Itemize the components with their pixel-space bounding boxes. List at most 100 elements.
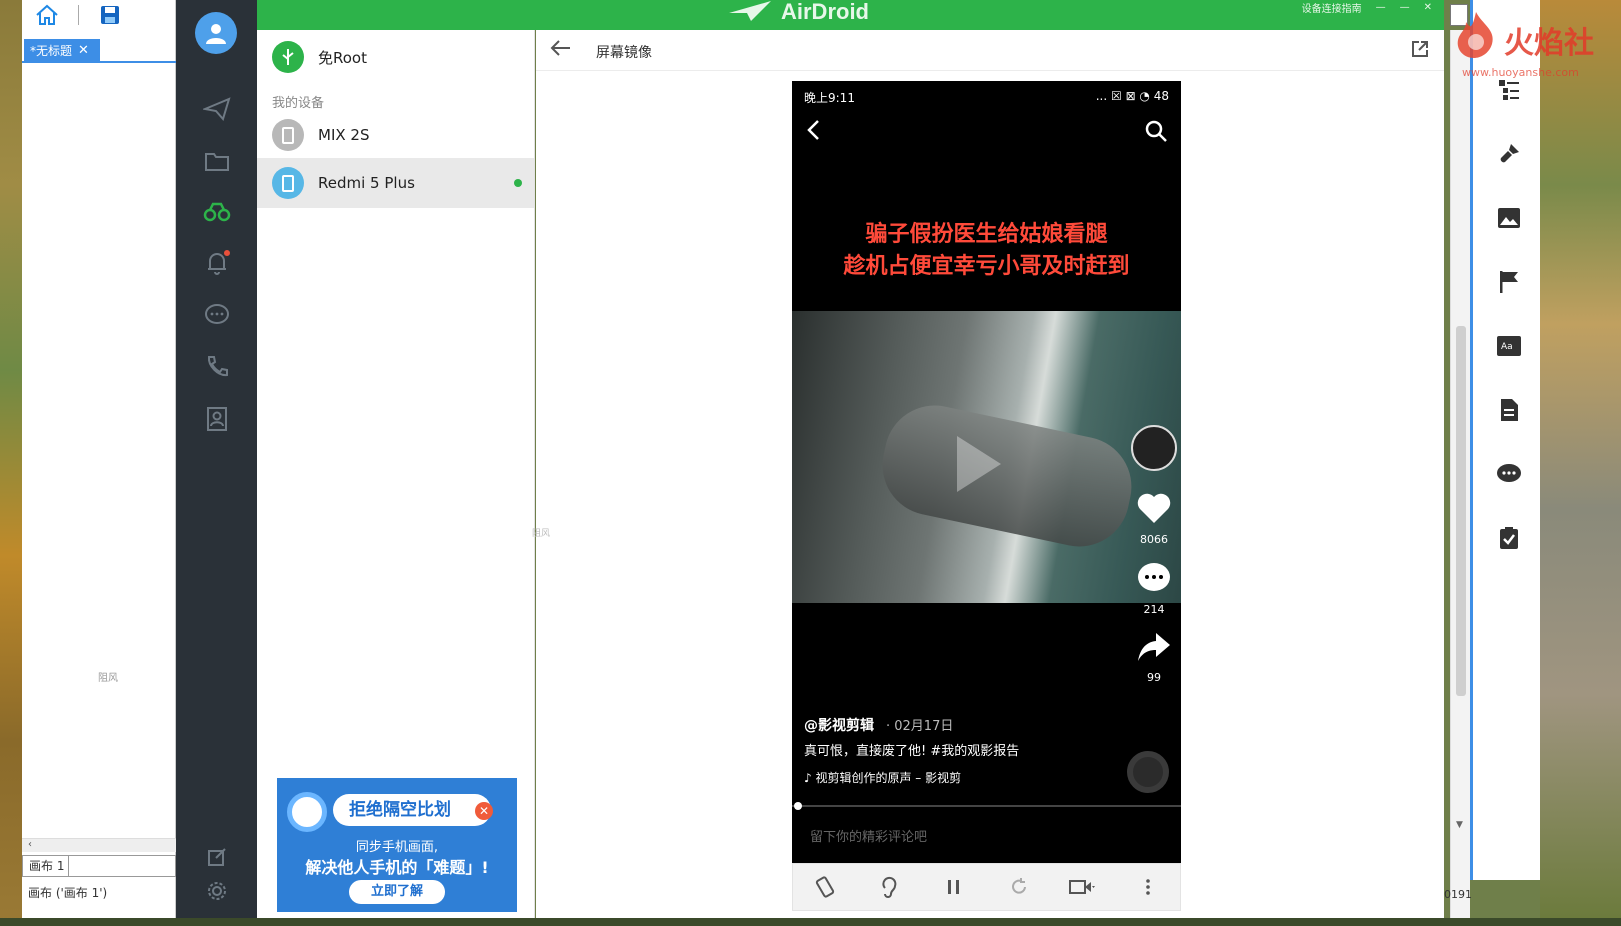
video-author[interactable]: @影视剪辑	[804, 715, 874, 735]
call-icon[interactable]	[202, 352, 232, 382]
like-count: 8066	[1140, 533, 1168, 546]
airdroid-sidebar	[176, 0, 257, 918]
banner-close-icon[interactable]: ✕	[475, 802, 493, 820]
editor-canvas-hint: 阻风	[98, 673, 118, 684]
share-button[interactable]: 99	[1127, 631, 1181, 684]
notification-badge	[224, 250, 230, 256]
scrollbar-thumb[interactable]	[1456, 326, 1466, 696]
phone-screen[interactable]: 晚上9:11 ... ☒ ⊠ ◔ 48 骗子假扮医生给姑娘看腿 趁机占便宜幸亏小…	[792, 81, 1181, 863]
mirror-vertical-scrollbar[interactable]: ▼	[1450, 30, 1470, 918]
maximize-icon[interactable]: —	[1400, 2, 1410, 13]
share-arrow-icon	[1127, 631, 1181, 671]
zoom-readout: 0191	[1444, 888, 1472, 901]
banner-cta-button[interactable]: 立即了解	[349, 880, 445, 904]
phone-icon	[272, 119, 304, 151]
search-icon[interactable]	[1144, 119, 1168, 143]
edit-icon[interactable]	[202, 842, 232, 872]
comment-button[interactable]: 214	[1127, 561, 1181, 616]
connection-guide-link[interactable]: 设备连接指南	[1302, 0, 1362, 15]
listen-icon[interactable]	[876, 873, 904, 901]
watermark-logo: 火焰社 www.huoyanshe.com	[1452, 10, 1621, 80]
no-root-label: 免Root	[318, 48, 367, 67]
settings-gear-icon[interactable]	[202, 876, 232, 906]
mirror-control-bar	[792, 863, 1181, 911]
contacts-icon[interactable]	[202, 404, 232, 434]
editor-horizontal-scrollbar[interactable]: ‹	[22, 838, 176, 852]
desktop-wallpaper-right	[1540, 0, 1621, 926]
music-disc[interactable]	[1127, 751, 1169, 793]
mirror-cut-hint: 阻风	[532, 529, 551, 539]
minimize-icon[interactable]: —	[1376, 2, 1386, 13]
svg-text:Aa: Aa	[1501, 342, 1513, 352]
phone-status-bar: 晚上9:11 ... ☒ ⊠ ◔ 48	[804, 89, 1169, 105]
caption-line-2: 趁机占便宜幸亏小哥及时赶到	[843, 254, 1130, 279]
close-window-icon[interactable]: ✕	[1424, 2, 1432, 13]
brush-icon[interactable]	[1495, 140, 1523, 168]
video-frame[interactable]	[792, 311, 1181, 603]
caption-line-1: 骗子假扮医生给姑娘看腿	[865, 222, 1108, 247]
device-name: Redmi 5 Plus	[318, 174, 415, 192]
banner-line-2: 解决他人手机的「难题」!	[305, 858, 489, 877]
editor-page-tab[interactable]: 画布 1	[23, 856, 69, 876]
scroll-down-icon[interactable]: ▼	[1456, 820, 1463, 830]
editor-tab-label: *无标题	[30, 43, 73, 58]
editor-tab-underline	[22, 61, 176, 63]
online-status-dot	[514, 179, 522, 187]
like-button[interactable]: 8066	[1127, 491, 1181, 546]
video-progress-bar[interactable]	[792, 802, 1181, 810]
phone-status-icons: ... ☒ ⊠ ◔ 48	[1095, 89, 1169, 103]
editor-page-input[interactable]	[69, 856, 175, 876]
editor-window: *无标题 ✕ 阻风 ‹ 画布 1 画布 ('画布 1')	[22, 0, 176, 918]
mirror-header: 屏幕镜像	[536, 30, 1444, 71]
document-icon[interactable]	[1495, 396, 1523, 424]
phone-time: 晚上9:11	[804, 91, 855, 105]
editor-page-bar: 画布 1	[22, 855, 176, 877]
device-panel: 免Root 我的设备 MIX 2S Redmi 5 Plus 拒绝隔空比划 ✕ …	[257, 30, 535, 918]
more-options-icon[interactable]	[1134, 873, 1162, 901]
bell-icon[interactable]	[202, 248, 232, 278]
device-item-mix-2s[interactable]: MIX 2S	[257, 110, 534, 160]
usb-icon	[272, 41, 304, 73]
clipboard-check-icon[interactable]	[1495, 524, 1523, 552]
editor-document-tab[interactable]: *无标题 ✕	[24, 39, 100, 61]
desktop-taskbar-edge	[0, 918, 1621, 926]
airdroid-logo: AirDroid	[727, 0, 869, 24]
banner-line-1: 同步手机画面,	[355, 840, 439, 855]
pause-icon[interactable]	[940, 873, 968, 901]
binoculars-icon[interactable]	[202, 197, 232, 227]
popout-icon[interactable]	[1410, 39, 1432, 61]
play-icon[interactable]	[957, 436, 1001, 492]
tree-list-icon[interactable]	[1495, 76, 1523, 104]
message-icon[interactable]	[202, 300, 232, 330]
creator-avatar[interactable]	[1131, 425, 1177, 471]
folder-icon[interactable]	[202, 146, 232, 176]
text-style-icon[interactable]: Aa	[1495, 332, 1523, 360]
send-icon[interactable]	[202, 94, 232, 124]
flag-icon[interactable]	[1495, 268, 1523, 296]
device-item-redmi-5-plus[interactable]: Redmi 5 Plus	[257, 158, 534, 208]
promo-banner[interactable]: 拒绝隔空比划 ✕ 同步手机画面, 解决他人手机的「难题」! 立即了解	[277, 778, 517, 912]
refresh-icon[interactable]	[1005, 873, 1033, 901]
user-avatar[interactable]	[195, 12, 237, 54]
airdroid-titlebar: AirDroid 设备连接指南 — — ✕	[257, 0, 1444, 30]
back-arrow-icon[interactable]	[550, 38, 574, 62]
chevron-left-icon[interactable]	[806, 119, 820, 147]
banner-title: 拒绝隔空比划	[333, 794, 491, 826]
no-root-entry[interactable]: 免Root	[272, 40, 367, 74]
watermark-url: www.huoyanshe.com	[1462, 66, 1579, 79]
save-icon[interactable]	[97, 2, 123, 28]
page-title: 屏幕镜像	[596, 45, 652, 61]
comment-bubble-icon[interactable]	[1495, 460, 1523, 488]
video-music[interactable]: ♪ 视剪辑创作的原声 – 影视剪	[804, 769, 961, 786]
lifebuoy-icon	[287, 792, 327, 832]
music-note-icon: ♪	[804, 771, 816, 785]
close-icon[interactable]: ✕	[78, 43, 89, 58]
image-icon[interactable]	[1495, 204, 1523, 232]
record-video-icon[interactable]	[1069, 873, 1097, 901]
video-scene	[873, 396, 1141, 556]
home-icon[interactable]	[34, 2, 60, 28]
progress-knob[interactable]	[794, 802, 802, 810]
rotate-screen-icon[interactable]	[811, 873, 839, 901]
comment-input[interactable]: 留下你的精彩评论吧	[810, 826, 927, 845]
desktop-wallpaper-left	[0, 0, 24, 926]
